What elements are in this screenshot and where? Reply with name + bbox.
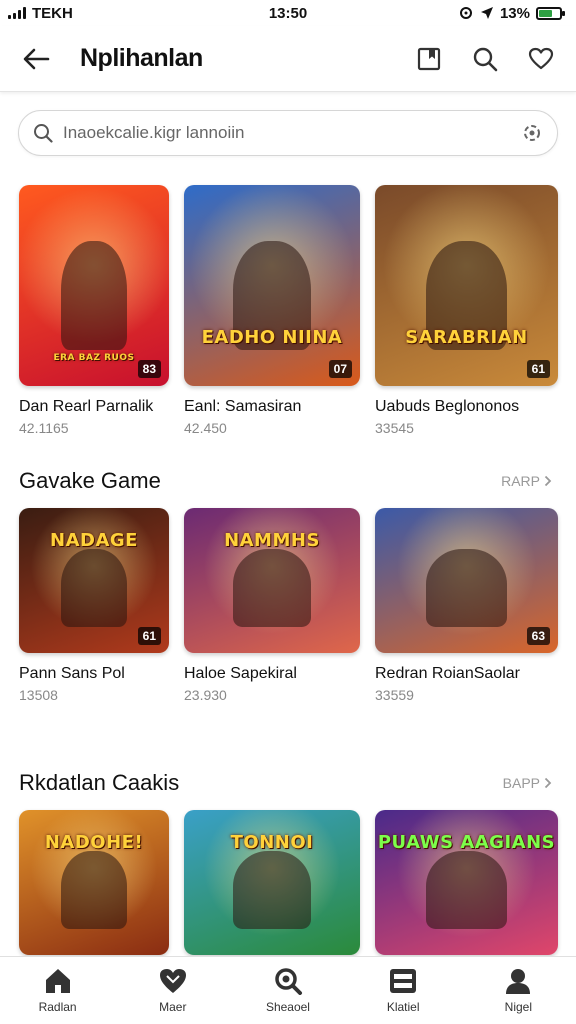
arrow-left-icon <box>23 48 50 69</box>
age-badge: 07 <box>328 360 352 378</box>
section-title: Gavake Game <box>19 468 161 493</box>
age-badge: 83 <box>137 360 161 378</box>
chevron-right-icon <box>544 475 552 487</box>
game-count: 33559 <box>375 687 414 703</box>
search-bar[interactable] <box>18 110 558 156</box>
nav-label: Klatiel <box>386 1000 420 1014</box>
game-logo-text: NADOHE! <box>44 832 144 853</box>
nav-label: Maer <box>159 1000 187 1014</box>
search-icon <box>473 47 498 71</box>
search-input[interactable] <box>63 123 521 143</box>
bookmark-icon <box>417 47 441 70</box>
age-badge: 61 <box>137 627 161 645</box>
game-count: 42.450 <box>184 420 227 436</box>
game-count: 42.1165 <box>19 420 69 436</box>
game-title: Eanl: Samasiran <box>184 398 302 415</box>
character-art <box>61 850 127 929</box>
game-card[interactable]: NADAGE 61 Pann Sans Pol 13508 <box>19 508 169 703</box>
game-logo-text: EADHO NIINA <box>201 327 343 348</box>
age-badge: 61 <box>526 360 550 378</box>
game-thumbnail: SARABRIAN 61 <box>375 185 558 386</box>
nav-item-library[interactable]: Klatiel <box>353 967 453 1014</box>
game-title: Redran RoianSaolar <box>375 665 520 682</box>
bottom-nav: Radlan Maer Sheaoel Klatiel Nigel <box>0 956 576 1024</box>
section-title: Rkdatlan Caakis <box>19 770 180 795</box>
game-title: Pann Sans Pol <box>19 665 125 682</box>
nav-label: Sheaoel <box>265 1000 310 1014</box>
status-left: TEKH <box>8 5 73 22</box>
game-card[interactable]: NADOHE! <box>19 810 169 955</box>
game-title: Uabuds Beglononos <box>375 398 520 415</box>
game-title: Dan Rearl Parnalik <box>19 398 154 415</box>
nav-label: Nigel <box>504 1000 533 1014</box>
character-art <box>233 850 311 929</box>
back-button[interactable] <box>14 37 58 81</box>
carrier-label: TEKH <box>32 4 73 22</box>
game-thumbnail: TONNOI <box>184 810 360 955</box>
game-card[interactable]: PUAWS AAGIANS <box>375 810 558 955</box>
alarm-icon <box>459 7 472 19</box>
page-title: Nplihanlan <box>80 44 203 72</box>
character-art <box>233 548 311 627</box>
bookmark-button[interactable] <box>408 38 450 80</box>
search-icon <box>275 968 302 995</box>
game-card[interactable]: SARABRIAN 61 Uabuds Beglononos 33545 <box>375 185 558 436</box>
search-icon <box>34 124 53 143</box>
heart-icon <box>528 47 554 69</box>
game-count: 13508 <box>19 687 58 703</box>
game-count: 33545 <box>375 420 414 436</box>
game-row: NADAGE 61 Pann Sans Pol 13508 NAMMHS Haloe Sa… <box>19 508 576 768</box>
library-icon <box>390 969 417 993</box>
game-title: Haloe Sapekiral <box>184 665 297 682</box>
home-icon <box>45 969 70 993</box>
character-art <box>61 241 127 350</box>
game-card[interactable]: NAMMHS Haloe Sapekiral 23.930 <box>184 508 360 703</box>
profile-icon <box>506 969 531 994</box>
age-badge: 63 <box>526 627 550 645</box>
game-thumbnail: NADOHE! <box>19 810 169 955</box>
battery-icon <box>536 6 565 20</box>
character-art <box>426 548 507 627</box>
game-thumbnail: 63 <box>375 508 558 653</box>
game-row: ERA BAZ RUOS 83 Dan Rearl Parnalik 42.1165 E… <box>19 185 576 445</box>
game-card[interactable]: 63 Redran RoianSaolar 33559 <box>375 508 558 703</box>
game-logo-text: SARABRIAN <box>405 327 528 348</box>
game-logo-text: PUAWS AAGIANS <box>377 832 556 853</box>
game-thumbnail: ERA BAZ RUOS 83 <box>19 185 169 386</box>
game-thumbnail: PUAWS AAGIANS <box>375 810 558 955</box>
character-art <box>426 850 507 929</box>
nav-item-profile[interactable]: Nigel <box>468 967 568 1014</box>
game-thumbnail: EADHO NIINA 07 <box>184 185 360 386</box>
battery-percent: 13% <box>499 4 530 22</box>
character-art <box>61 548 127 627</box>
status-bar: TEKH 13:50 13% <box>0 0 576 26</box>
nav-label: Radlan <box>38 1000 77 1014</box>
see-all-link[interactable]: RARP <box>501 473 552 489</box>
status-right: 13% <box>458 4 565 22</box>
header-actions <box>408 38 562 80</box>
game-card[interactable]: TONNOI <box>184 810 360 955</box>
heart-icon <box>159 969 186 993</box>
voice-search-icon[interactable] <box>521 122 543 144</box>
game-card[interactable]: EADHO NIINA 07 Eanl: Samasiran 42.450 <box>184 185 360 436</box>
see-all-label: RARP <box>501 473 540 489</box>
see-all-label: BAPP <box>502 775 540 791</box>
nav-item-home[interactable]: Radlan <box>8 967 108 1014</box>
favorite-button[interactable] <box>520 38 562 80</box>
signal-icon <box>8 7 26 19</box>
location-icon <box>480 7 493 19</box>
game-card[interactable]: ERA BAZ RUOS 83 Dan Rearl Parnalik 42.1165 <box>19 185 169 436</box>
game-thumbnail: NAMMHS <box>184 508 360 653</box>
chevron-right-icon <box>544 777 552 789</box>
game-logo-text: NADAGE <box>50 530 138 551</box>
see-all-link[interactable]: BAPP <box>503 775 552 791</box>
game-count: 23.930 <box>184 687 227 703</box>
nav-item-search[interactable]: Sheaoel <box>238 967 338 1014</box>
app-header: Nplihanlan <box>0 26 576 92</box>
game-thumbnail: NADAGE 61 <box>19 508 169 653</box>
game-logo-text: TONNOI <box>230 832 314 853</box>
game-logo-text: NAMMHS <box>224 530 320 551</box>
search-button[interactable] <box>464 38 506 80</box>
nav-item-favorites[interactable]: Maer <box>123 967 223 1014</box>
